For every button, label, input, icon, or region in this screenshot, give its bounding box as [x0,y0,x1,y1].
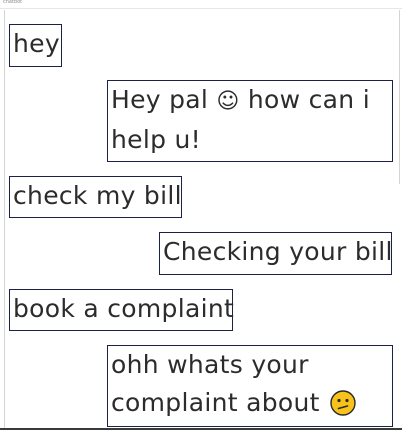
user-message: book a complaint [9,289,235,331]
confused-face-icon [330,389,356,416]
message-text: check my bill [13,181,182,210]
message-text: book a complaint [13,294,235,323]
user-message: check my bill [9,176,182,218]
message-text: Checking your bill [163,237,393,266]
scrollbar-track[interactable] [399,10,400,184]
window-title-bar: chatbot [0,0,402,9]
user-message: hey [9,24,62,67]
message-text: ohh whats your complaint about [111,350,320,417]
left-divider [4,10,5,430]
smile-icon: ☺ [216,89,240,114]
bot-message: ohh whats your complaint about [107,345,393,427]
bot-message: Hey pal ☺ how can i help u! [107,80,393,162]
message-text: Hey pal [111,85,209,114]
bot-message: Checking your bill [159,232,392,275]
window-title: chatbot [3,0,23,5]
message-text: hey [13,29,60,58]
